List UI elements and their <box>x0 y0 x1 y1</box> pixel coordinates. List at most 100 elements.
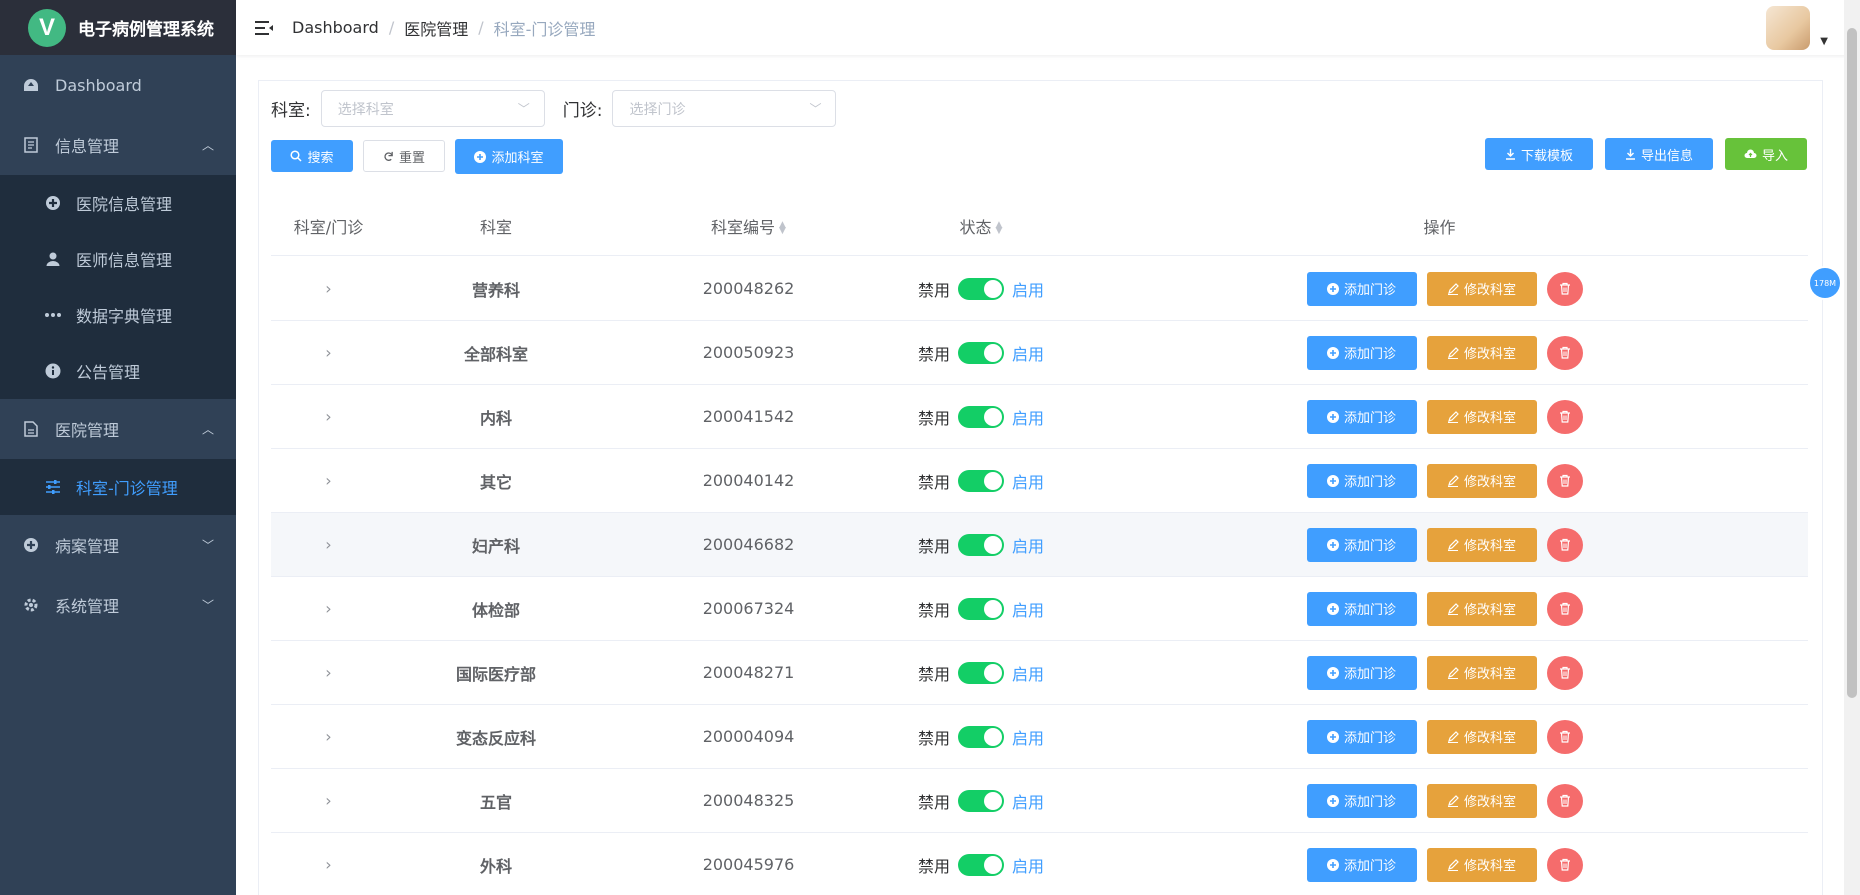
edit-dept-button[interactable]: 修改科室 <box>1426 591 1537 626</box>
expand-chevron-icon[interactable]: › <box>271 599 386 618</box>
add-clinic-button[interactable]: 添加门诊 <box>1306 847 1417 882</box>
dept-select[interactable]: 选择科室 ﹀ <box>320 90 545 127</box>
sidebar-item-hospital-info[interactable]: 医院信息管理 <box>0 175 236 231</box>
import-button[interactable]: 导入 <box>1725 138 1807 170</box>
chevron-down-icon: ﹀ <box>517 102 530 116</box>
row-actions: 添加门诊 修改科室 <box>1071 271 1808 306</box>
edit-dept-button[interactable]: 修改科室 <box>1426 399 1537 434</box>
sidebar-item-hospital-mgmt[interactable]: 医院管理 ︿ <box>0 399 236 459</box>
edit-dept-button[interactable]: 修改科室 <box>1426 783 1537 818</box>
expand-chevron-icon[interactable]: › <box>271 471 386 490</box>
add-clinic-label: 添加门诊 <box>1343 859 1396 874</box>
expand-chevron-icon[interactable]: › <box>271 279 386 298</box>
avatar[interactable] <box>1766 6 1810 50</box>
delete-button[interactable] <box>1546 591 1583 626</box>
delete-button[interactable] <box>1546 527 1583 562</box>
edit-dept-button[interactable]: 修改科室 <box>1426 463 1537 498</box>
scrollbar[interactable] <box>1844 0 1860 895</box>
app-logo[interactable]: V 电子病例管理系统 <box>0 0 236 55</box>
reset-button[interactable]: 重置 <box>363 140 445 172</box>
sidebar-item-label: 系统管理 <box>55 597 120 616</box>
edit-dept-label: 修改科室 <box>1463 859 1516 874</box>
status-toggle[interactable] <box>958 405 1004 428</box>
add-clinic-button[interactable]: 添加门诊 <box>1306 719 1417 754</box>
expand-chevron-icon[interactable]: › <box>271 343 386 362</box>
delete-button[interactable] <box>1546 847 1583 882</box>
sidebar-item-doctor-info[interactable]: 医师信息管理 <box>0 231 236 287</box>
add-clinic-button[interactable]: 添加门诊 <box>1306 783 1417 818</box>
export-button[interactable]: 导出信息 <box>1605 138 1713 170</box>
add-clinic-button[interactable]: 添加门诊 <box>1306 271 1417 306</box>
status-on-label: 启用 <box>1012 664 1045 684</box>
edit-icon <box>1447 538 1459 551</box>
edit-dept-button[interactable]: 修改科室 <box>1426 335 1537 370</box>
breadcrumb-dashboard[interactable]: Dashboard <box>292 18 379 37</box>
edit-dept-button[interactable]: 修改科室 <box>1426 847 1537 882</box>
sidebar-item-dictionary[interactable]: 数据字典管理 <box>0 287 236 343</box>
status-toggle[interactable] <box>958 853 1004 876</box>
status-toggle[interactable] <box>958 661 1004 684</box>
status-off-label: 禁用 <box>917 792 950 812</box>
add-dept-button[interactable]: 添加科室 <box>455 139 563 174</box>
expand-chevron-icon[interactable]: › <box>271 407 386 426</box>
delete-button[interactable] <box>1546 719 1583 754</box>
add-clinic-button[interactable]: 添加门诊 <box>1306 591 1417 626</box>
status-toggle[interactable] <box>958 597 1004 620</box>
sidebar-item-label: Dashboard <box>55 75 142 95</box>
reset-button-label: 重置 <box>398 150 425 166</box>
sidebar-item-notice[interactable]: 公告管理 <box>0 343 236 399</box>
search-button[interactable]: 搜索 <box>271 140 353 172</box>
status-toggle[interactable] <box>958 469 1004 492</box>
expand-chevron-icon[interactable]: › <box>271 791 386 810</box>
status-toggle[interactable] <box>958 277 1004 300</box>
expand-chevron-icon[interactable]: › <box>271 727 386 746</box>
expand-chevron-icon[interactable]: › <box>271 663 386 682</box>
cloud-upload-icon <box>1744 149 1757 158</box>
delete-button[interactable] <box>1546 655 1583 690</box>
status-toggle[interactable] <box>958 341 1004 364</box>
sidebar-item-dept-clinic[interactable]: 科室-门诊管理 <box>0 459 236 515</box>
expand-chevron-icon[interactable]: › <box>271 855 386 874</box>
add-clinic-button[interactable]: 添加门诊 <box>1306 527 1417 562</box>
add-clinic-button[interactable]: 添加门诊 <box>1306 463 1417 498</box>
status-off-label: 禁用 <box>917 472 950 492</box>
memory-badge[interactable]: 178M <box>1810 268 1840 298</box>
download-template-button[interactable]: 下载模板 <box>1485 138 1593 170</box>
add-clinic-button[interactable]: 添加门诊 <box>1306 399 1417 434</box>
col-header-code[interactable]: 科室编号 ▲ ▼ <box>606 214 891 238</box>
edit-dept-button[interactable]: 修改科室 <box>1426 655 1537 690</box>
chevron-down-icon: ﹀ <box>201 598 214 613</box>
clinic-select[interactable]: 选择门诊 ﹀ <box>612 90 837 127</box>
edit-dept-button[interactable]: 修改科室 <box>1426 271 1537 306</box>
col-header-actions: 操作 <box>1423 217 1456 237</box>
delete-button[interactable] <box>1546 783 1583 818</box>
edit-dept-button[interactable]: 修改科室 <box>1426 719 1537 754</box>
plus-circle-icon <box>1326 346 1339 359</box>
sort-icon[interactable]: ▲ ▼ <box>779 221 786 236</box>
col-header-status[interactable]: 状态 ▲ ▼ <box>891 214 1071 238</box>
status-toggle[interactable] <box>958 789 1004 812</box>
delete-button[interactable] <box>1546 399 1583 434</box>
breadcrumb-hospital-mgmt[interactable]: 医院管理 <box>404 16 468 40</box>
sort-icon[interactable]: ▲ ▼ <box>996 221 1003 236</box>
delete-button[interactable] <box>1546 271 1583 306</box>
status-cell: 禁用 启用 <box>891 341 1071 365</box>
sidebar-item-dashboard[interactable]: Dashboard <box>0 55 236 115</box>
sidebar-item-case-mgmt[interactable]: 病案管理 ﹀ <box>0 515 236 575</box>
sidebar-item-system-mgmt[interactable]: 系统管理 ﹀ <box>0 575 236 635</box>
status-toggle[interactable] <box>958 533 1004 556</box>
status-off-label: 禁用 <box>917 856 950 876</box>
expand-chevron-icon[interactable]: › <box>271 535 386 554</box>
add-clinic-button[interactable]: 添加门诊 <box>1306 335 1417 370</box>
scrollbar-thumb[interactable] <box>1847 28 1857 698</box>
status-toggle[interactable] <box>958 725 1004 748</box>
status-on-label: 启用 <box>1012 408 1045 428</box>
hamburger-icon[interactable] <box>236 20 292 36</box>
add-clinic-button[interactable]: 添加门诊 <box>1306 655 1417 690</box>
edit-dept-button[interactable]: 修改科室 <box>1426 527 1537 562</box>
delete-button[interactable] <box>1546 335 1583 370</box>
breadcrumb-separator: / <box>478 18 484 37</box>
delete-button[interactable] <box>1546 463 1583 498</box>
caret-down-icon[interactable]: ▼ <box>1820 36 1828 47</box>
sidebar-item-info-mgmt[interactable]: 信息管理 ︿ <box>0 115 236 175</box>
